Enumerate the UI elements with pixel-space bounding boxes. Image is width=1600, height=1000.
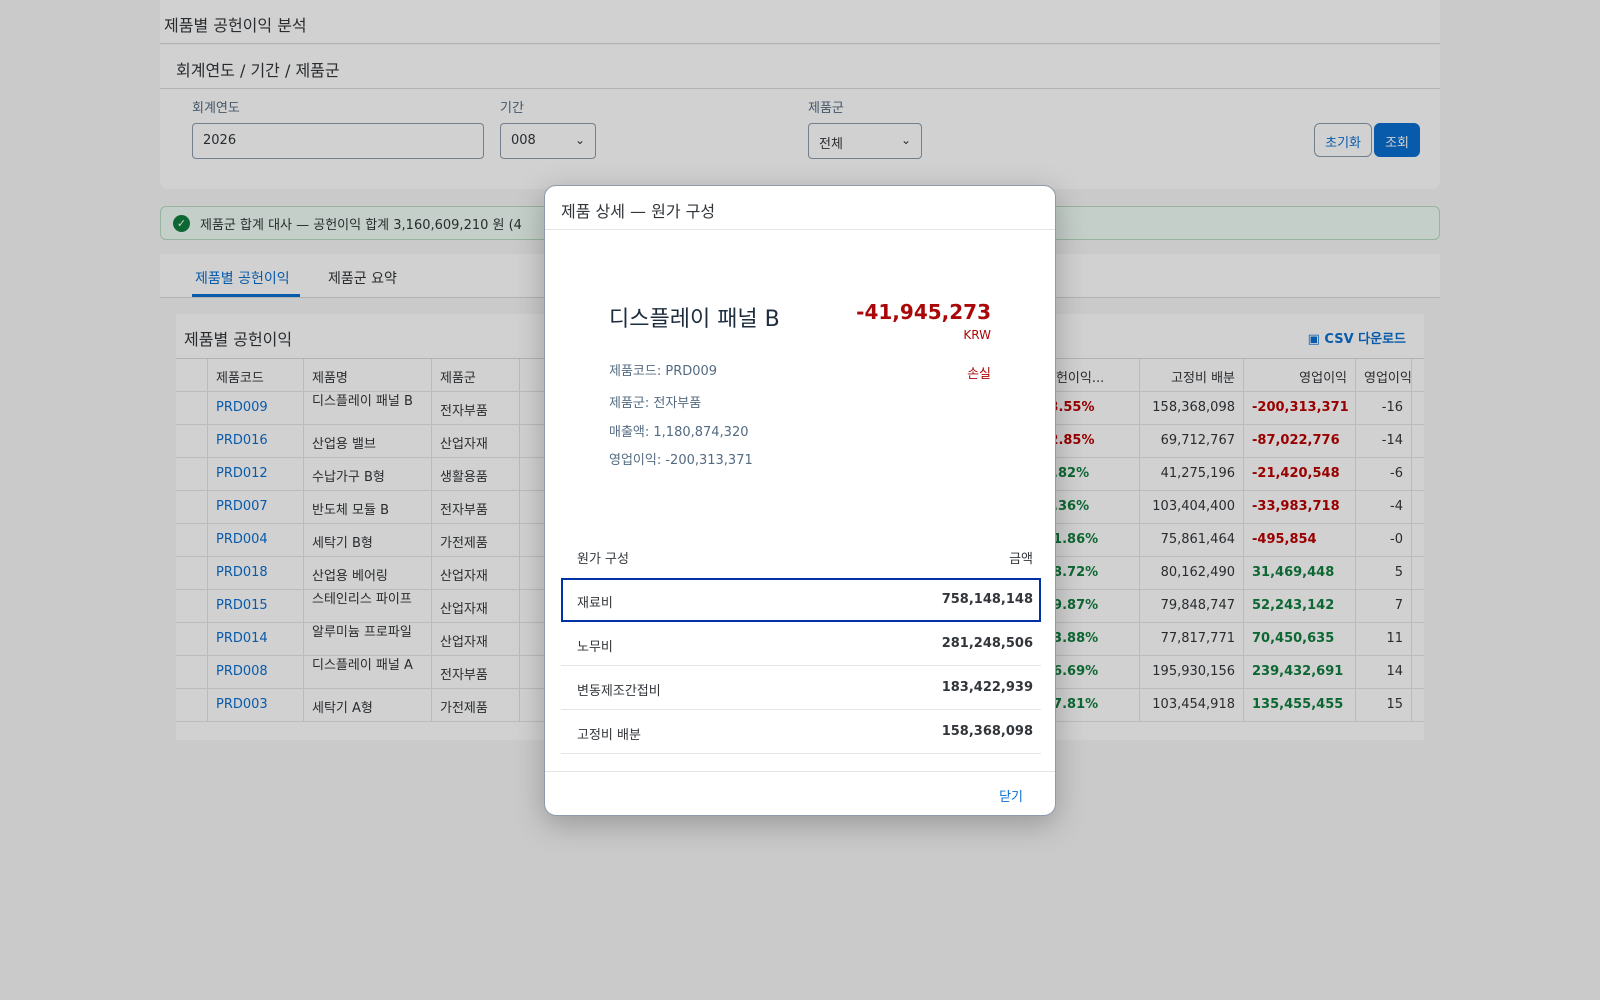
cost-label: 재료비 xyxy=(577,596,613,611)
cost-row[interactable]: 고정비 배분 158,368,098 xyxy=(561,710,1041,754)
close-button[interactable]: 닫기 xyxy=(999,786,1023,805)
loss-status: 손실 xyxy=(967,367,991,382)
attribute-product-code: 제품코드: PRD009 xyxy=(609,364,718,379)
cost-label: 변동제조간접비 xyxy=(577,684,661,699)
cost-header-amount: 금액 xyxy=(1009,552,1033,567)
cost-label: 노무비 xyxy=(577,640,613,655)
contribution-unit: KRW xyxy=(963,328,991,342)
product-name-title: 디스플레이 패널 B xyxy=(609,307,780,332)
dialog-footer: 닫기 xyxy=(545,771,1055,815)
cost-row[interactable]: 노무비 281,248,506 xyxy=(561,622,1041,666)
cost-header-label: 원가 구성 xyxy=(577,552,629,567)
cost-amount: 183,422,939 xyxy=(941,680,1033,695)
contribution-number: -41,945,273 xyxy=(856,300,991,324)
attribute-product-group: 제품군: 전자부품 xyxy=(609,396,702,411)
cost-label: 고정비 배분 xyxy=(577,728,641,743)
cost-row[interactable]: 재료비 758,148,148 xyxy=(561,578,1041,622)
product-detail-dialog: 제품 상세 — 원가 구성 디스플레이 패널 B -41,945,273 KRW… xyxy=(544,185,1056,816)
cost-row[interactable]: 변동제조간접비 183,422,939 xyxy=(561,666,1041,710)
cost-amount: 758,148,148 xyxy=(941,592,1033,607)
dialog-title: 제품 상세 — 원가 구성 xyxy=(545,186,1055,230)
attribute-sales: 매출액: 1,180,874,320 xyxy=(609,425,749,440)
cost-composition-table: 원가 구성 금액 재료비 758,148,148 노무비 281,248,506… xyxy=(561,534,1041,754)
cost-amount: 158,368,098 xyxy=(941,724,1033,739)
cost-table-header: 원가 구성 금액 xyxy=(561,534,1041,578)
attribute-operating-profit: 영업이익: -200,313,371 xyxy=(609,453,753,468)
cost-amount: 281,248,506 xyxy=(941,636,1033,651)
